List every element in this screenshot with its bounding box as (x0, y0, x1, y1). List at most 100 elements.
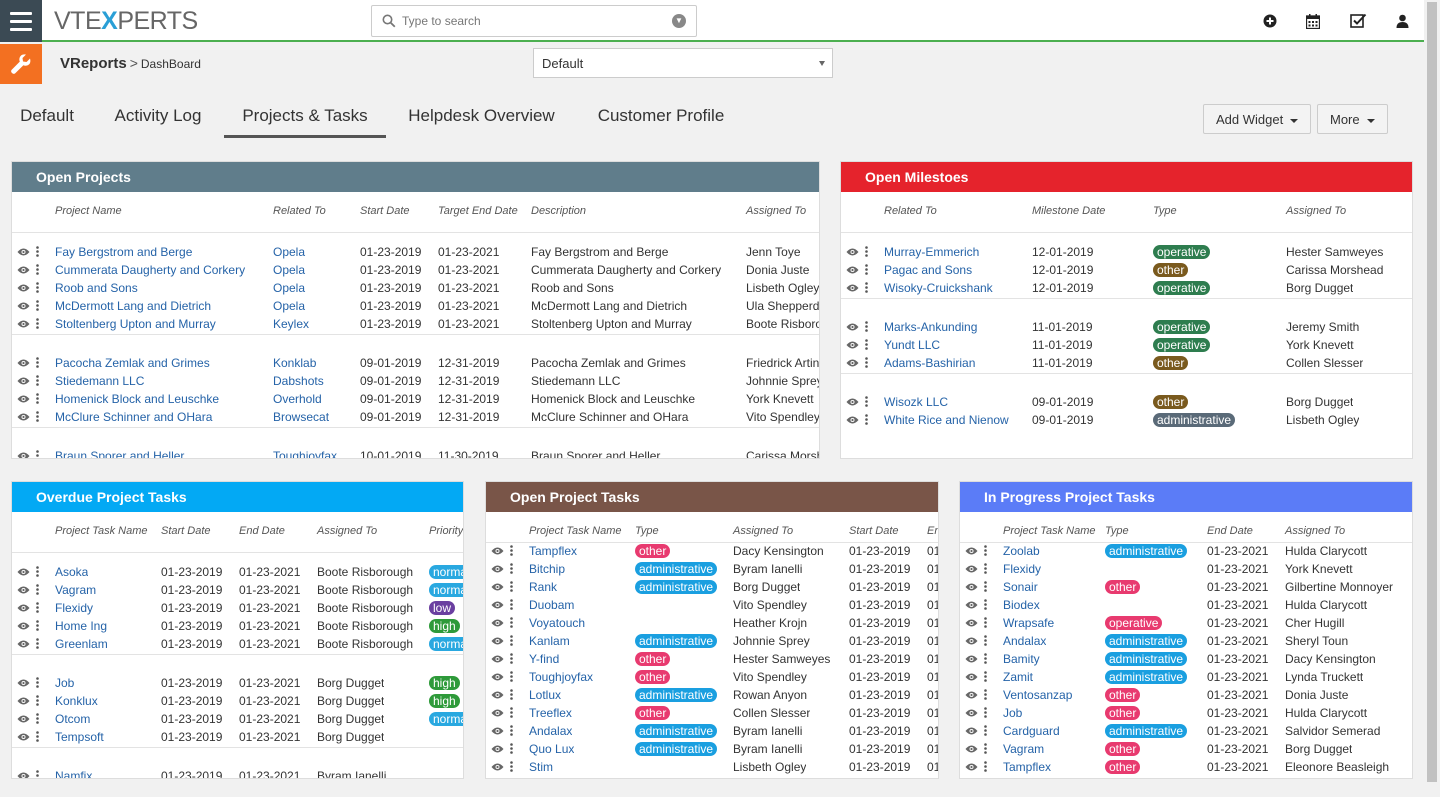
search-input[interactable] (400, 11, 660, 31)
table-row[interactable]: Lotlux administrative Rowan Anyon 01-23-201… (486, 686, 938, 704)
eye-icon[interactable] (491, 671, 504, 681)
table-row[interactable]: Marks-Ankunding 11-01-2019 operative Jeremy… (841, 318, 1412, 336)
table-row[interactable]: Andalax administrative 01-23-2021 Sheryl To… (960, 632, 1412, 650)
project-name[interactable]: Stoltenberg Upton and Murray (55, 317, 265, 331)
widget-title[interactable]: Open Project Tasks (486, 482, 938, 512)
column-header[interactable]: Type (1105, 525, 1129, 537)
more-vertical-icon[interactable] (36, 695, 39, 706)
task-name[interactable]: Otcom (55, 712, 90, 726)
column-header[interactable]: Project Task Name (1003, 525, 1096, 537)
related-to[interactable]: Keylex (273, 317, 353, 331)
widget-title[interactable]: Overdue Project Tasks (12, 482, 463, 512)
task-name[interactable]: Quo Lux (529, 742, 574, 756)
column-header[interactable]: Project Task Name (55, 525, 148, 537)
related-to[interactable]: Adams-Bashirian (884, 356, 975, 370)
more-vertical-icon[interactable] (510, 743, 513, 754)
table-row[interactable]: Roob and Sons Opela 01-23-2019 01-23-2021 Ro… (12, 279, 819, 297)
tab-helpdesk-overview[interactable]: Helpdesk Overview (404, 96, 559, 138)
related-to[interactable]: Overhold (273, 392, 353, 406)
project-name[interactable]: Cummerata Daugherty and Corkery (55, 263, 265, 277)
task-name[interactable]: Greenlam (55, 637, 108, 651)
task-name[interactable]: Cardguard (1003, 724, 1060, 738)
more-vertical-icon[interactable] (36, 450, 39, 458)
eye-icon[interactable] (965, 707, 978, 717)
eye-icon[interactable] (846, 396, 859, 406)
table-row[interactable]: Voyatouch Heather Krojn 01-23-2019 01 (486, 614, 938, 632)
more-vertical-icon[interactable] (984, 761, 987, 772)
table-row[interactable]: Bamity administrative 01-23-2021 Dacy Kensi… (960, 650, 1412, 668)
related-to[interactable]: Browsecat (273, 410, 353, 424)
more-vertical-icon[interactable] (510, 761, 513, 772)
eye-icon[interactable] (17, 584, 30, 594)
task-name[interactable]: Tempsoft (55, 730, 104, 744)
table-row[interactable]: Ventosanzap other 01-23-2021 Donia Juste (960, 686, 1412, 704)
more-vertical-icon[interactable] (865, 396, 868, 407)
table-row[interactable]: Quo Lux administrative Byram Ianelli 01-23-… (486, 740, 938, 758)
more-vertical-icon[interactable] (865, 282, 868, 293)
task-name[interactable]: Zamit (1003, 670, 1033, 684)
project-name[interactable]: McClure Schinner and OHara (55, 410, 265, 424)
table-row[interactable]: Cardguard administrative 01-23-2021 Salvido… (960, 722, 1412, 740)
task-name[interactable]: Bamity (1003, 652, 1040, 666)
task-name[interactable]: Wrapsafe (1003, 616, 1054, 630)
table-row[interactable]: Biodex 01-23-2021 Hulda Clarycott (960, 596, 1412, 614)
task-name[interactable]: Stim (529, 760, 553, 774)
more-vertical-icon[interactable] (510, 545, 513, 556)
related-to[interactable]: Opela (273, 245, 353, 259)
table-row[interactable]: Stim Lisbeth Ogley 01-23-2019 01 (486, 758, 938, 776)
eye-icon[interactable] (491, 581, 504, 591)
column-header[interactable]: End Date (239, 525, 285, 537)
related-to[interactable]: Pagac and Sons (884, 263, 972, 277)
column-header[interactable]: Start Date (849, 525, 899, 537)
scrollbar-thumb[interactable] (1427, 2, 1437, 782)
task-name[interactable]: Bitchip (529, 562, 565, 576)
eye-icon[interactable] (17, 620, 30, 630)
more-vertical-icon[interactable] (865, 339, 868, 350)
table-row[interactable]: Sonair other 01-23-2021 Gilbertine Monnoyer (960, 578, 1412, 596)
widget-title[interactable]: Open Milestoes (841, 162, 1412, 192)
task-name[interactable]: Tampflex (529, 544, 577, 558)
eye-icon[interactable] (846, 282, 859, 292)
task-name[interactable]: Home Ing (55, 619, 107, 633)
table-row[interactable]: Rank administrative Borg Dugget 01-23-2019 0… (486, 578, 938, 596)
related-to[interactable]: Yundt LLC (884, 338, 940, 352)
eye-icon[interactable] (965, 653, 978, 663)
table-row[interactable]: Home Ing 01-23-2019 01-23-2021 Boote Risbor… (12, 617, 463, 635)
related-to[interactable]: Toughjoyfax (273, 449, 353, 458)
eye-icon[interactable] (17, 318, 30, 328)
project-name[interactable]: Fay Bergstrom and Berge (55, 245, 265, 259)
table-row[interactable]: Flexidy 01-23-2021 York Knevett (960, 560, 1412, 578)
eye-icon[interactable] (491, 563, 504, 573)
task-name[interactable]: Kanlam (529, 634, 570, 648)
tab-default[interactable]: Default (17, 96, 77, 138)
table-row[interactable]: Y-find other Hester Samweyes 01-23-2019 01 (486, 650, 938, 668)
table-row[interactable]: Job 01-23-2019 01-23-2021 Borg Dugget high (12, 674, 463, 692)
task-name[interactable]: Job (55, 676, 74, 690)
more-vertical-icon[interactable] (984, 689, 987, 700)
eye-icon[interactable] (846, 321, 859, 331)
table-row[interactable]: Zoolab administrative 01-23-2021 Hulda Clar… (960, 542, 1412, 560)
table-row[interactable]: Flexidy 01-23-2019 01-23-2021 Boote Risboro… (12, 599, 463, 617)
table-row[interactable]: Treeflex other Collen Slesser 01-23-2019 01 (486, 704, 938, 722)
eye-icon[interactable] (965, 635, 978, 645)
table-row[interactable]: Adams-Bashirian 11-01-2019 other Collen Sle… (841, 354, 1412, 372)
more-vertical-icon[interactable] (36, 770, 39, 778)
eye-icon[interactable] (846, 246, 859, 256)
more-vertical-icon[interactable] (36, 584, 39, 595)
table-row[interactable]: Yundt LLC 11-01-2019 operative York Knevett (841, 336, 1412, 354)
more-vertical-icon[interactable] (865, 357, 868, 368)
column-header[interactable]: Description (531, 205, 586, 217)
column-header[interactable]: Assigned To (317, 525, 377, 537)
table-row[interactable]: Kanlam administrative Johnnie Sprey 01-23-2… (486, 632, 938, 650)
checkbox-icon[interactable] (1349, 12, 1367, 30)
column-header[interactable]: Related To (273, 205, 326, 217)
task-name[interactable]: Zoolab (1003, 544, 1040, 558)
user-icon[interactable] (1393, 12, 1411, 30)
eye-icon[interactable] (17, 264, 30, 274)
more-vertical-icon[interactable] (865, 264, 868, 275)
column-header[interactable]: Target End Date (438, 205, 518, 217)
table-row[interactable]: Greenlam 01-23-2019 01-23-2021 Boote Risbor… (12, 635, 463, 653)
more-vertical-icon[interactable] (984, 743, 987, 754)
column-header[interactable]: Type (1153, 205, 1177, 217)
eye-icon[interactable] (17, 375, 30, 385)
